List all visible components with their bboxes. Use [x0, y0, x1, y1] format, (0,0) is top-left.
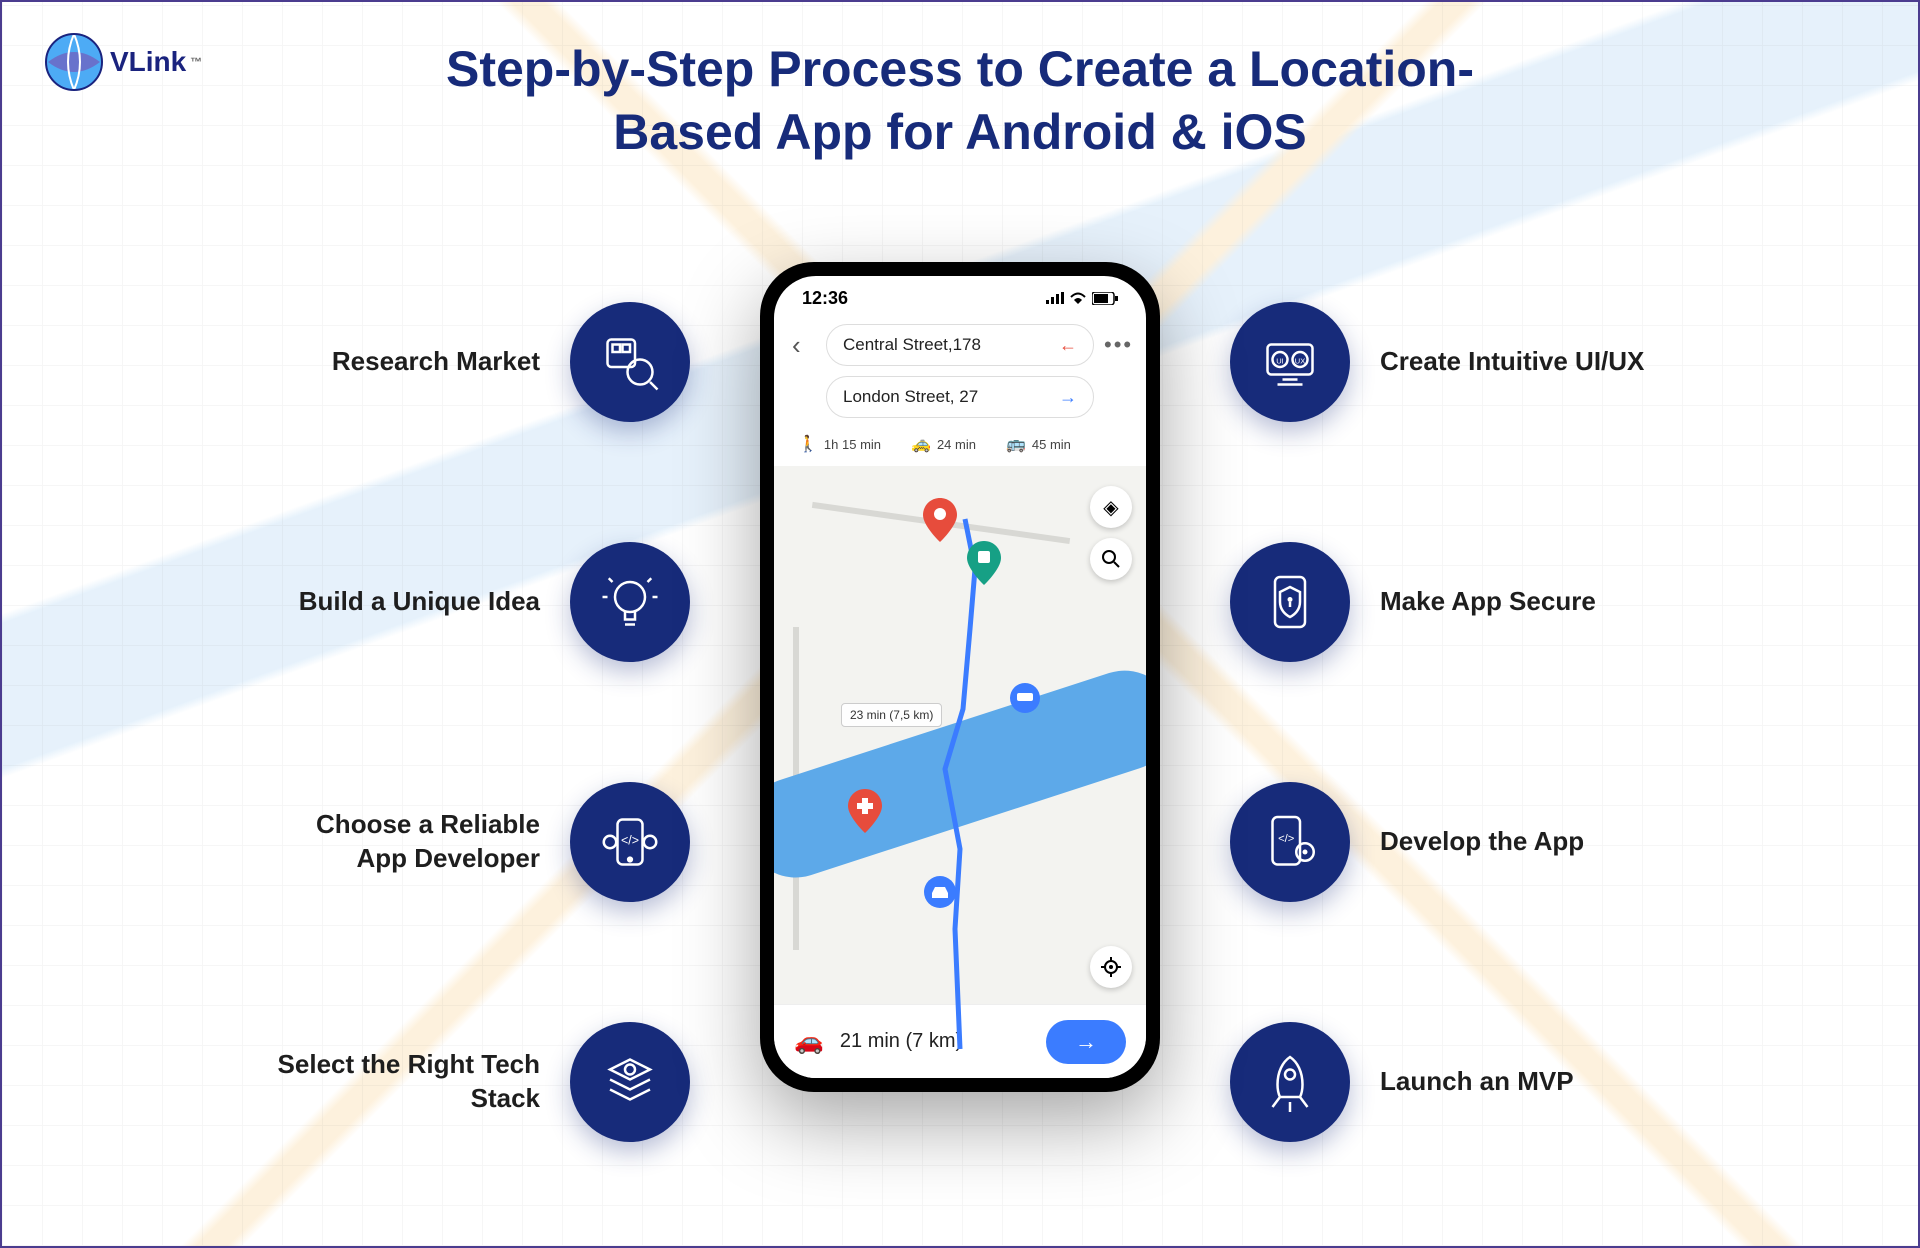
research-icon	[570, 302, 690, 422]
route-info-label: 23 min (7,5 km)	[841, 703, 942, 727]
phone-mockup: 12:36 ‹ Central Street,178 ← •••	[760, 262, 1160, 1092]
transport-modes: 🚶1h 15 min 🚕24 min 🚌45 min	[792, 428, 1128, 454]
step-label: Make App Secure	[1380, 585, 1650, 619]
step-label: Select the Right Tech Stack	[270, 1048, 540, 1116]
step-label: Research Market	[270, 345, 540, 379]
mode-bus[interactable]: 🚌45 min	[1006, 434, 1071, 454]
svg-text:UI: UI	[1276, 356, 1284, 365]
step-developer: </> Choose a Reliable App Developer	[270, 782, 690, 902]
hospital-pin-icon	[848, 789, 882, 833]
svg-text:</>: </>	[621, 834, 639, 848]
clock: 12:36	[802, 288, 848, 309]
step-label: Choose a Reliable App Developer	[270, 808, 540, 876]
locate-me-button[interactable]	[1090, 946, 1132, 988]
step-uiux: UI UX Create Intuitive UI/UX	[1230, 302, 1650, 422]
wifi-icon	[1070, 292, 1086, 304]
taxi-icon: 🚕	[911, 434, 931, 454]
stack-icon	[570, 1022, 690, 1142]
step-secure: Make App Secure	[1230, 542, 1650, 662]
page-title: Step-by-Step Process to Create a Locatio…	[2, 38, 1918, 163]
destination-car-pin-icon	[923, 875, 957, 919]
map-view[interactable]: 23 min (7,5 km) ◈	[774, 466, 1146, 1004]
status-bar: 12:36	[774, 276, 1146, 320]
right-steps-column: UI UX Create Intuitive UI/UX Make App Sec…	[1230, 262, 1650, 1142]
taxi-pin-icon	[1008, 681, 1042, 725]
step-tech-stack: Select the Right Tech Stack	[270, 1022, 690, 1142]
rocket-icon	[1230, 1022, 1350, 1142]
uiux-icon: UI UX	[1230, 302, 1350, 422]
more-icon[interactable]: •••	[1104, 332, 1128, 358]
code-gear-icon: </>	[1230, 782, 1350, 902]
step-research-market: Research Market	[270, 302, 690, 422]
from-address-input[interactable]: Central Street,178 ←	[826, 324, 1094, 366]
status-icons	[1046, 292, 1118, 305]
step-unique-idea: Build a Unique Idea	[270, 542, 690, 662]
shield-icon	[1230, 542, 1350, 662]
mode-taxi[interactable]: 🚕24 min	[911, 434, 976, 454]
route-line	[915, 509, 1015, 1069]
shop-pin-icon	[967, 541, 1001, 585]
search-controls: ‹ Central Street,178 ← ••• ‹ London Stre…	[774, 320, 1146, 466]
bus-icon: 🚌	[1006, 434, 1026, 454]
lightbulb-icon	[570, 542, 690, 662]
mode-walk[interactable]: 🚶1h 15 min	[798, 434, 881, 454]
start-navigation-button[interactable]: →	[1046, 1020, 1126, 1064]
svg-text:</>: </>	[1278, 833, 1295, 845]
cellular-icon	[1046, 292, 1064, 304]
developer-icon: </>	[570, 782, 690, 902]
layers-button[interactable]: ◈	[1090, 486, 1132, 528]
car-icon: 🚗	[794, 1027, 824, 1056]
battery-icon	[1092, 292, 1118, 305]
to-address-input[interactable]: London Street, 27 →	[826, 376, 1094, 418]
step-label: Build a Unique Idea	[270, 585, 540, 619]
walk-icon: 🚶	[798, 434, 818, 454]
swap-arrow-icon: ←	[1059, 335, 1077, 356]
origin-pin-icon	[923, 498, 957, 542]
step-label: Launch an MVP	[1380, 1065, 1650, 1099]
step-launch: Launch an MVP	[1230, 1022, 1650, 1142]
step-develop: </> Develop the App	[1230, 782, 1650, 902]
phone-screen: 12:36 ‹ Central Street,178 ← •••	[774, 276, 1146, 1078]
step-label: Develop the App	[1380, 825, 1650, 859]
map-search-button[interactable]	[1090, 538, 1132, 580]
main-layout: Research Market Build a Unique Idea </> …	[2, 262, 1918, 1206]
svg-text:UX: UX	[1295, 356, 1305, 365]
back-icon[interactable]: ‹	[792, 330, 816, 361]
go-arrow-icon: →	[1059, 387, 1077, 408]
step-label: Create Intuitive UI/UX	[1380, 345, 1650, 379]
left-steps-column: Research Market Build a Unique Idea </> …	[270, 262, 690, 1142]
